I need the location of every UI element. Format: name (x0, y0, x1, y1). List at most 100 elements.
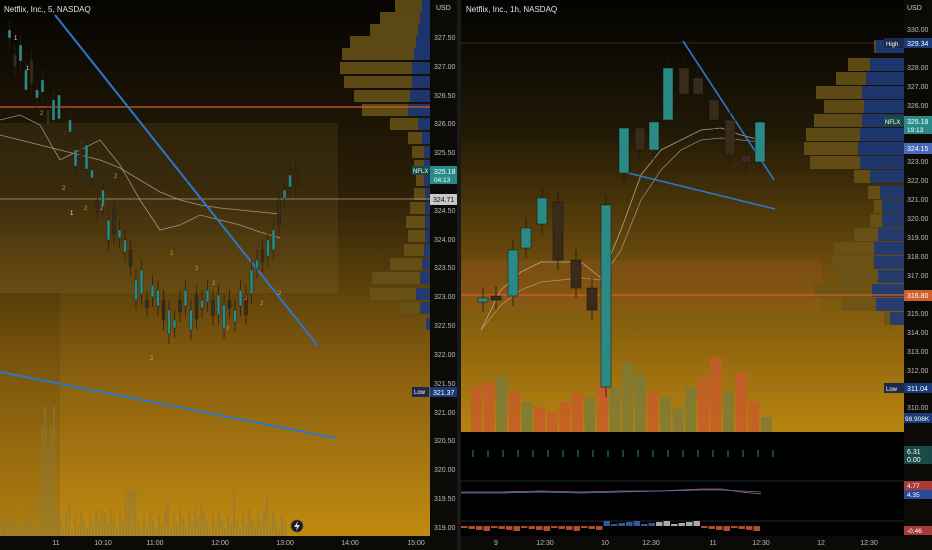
left-volume-bar (29, 519, 32, 536)
left-volume-bar (92, 524, 95, 536)
left-price-tick: 326.00 (434, 121, 456, 128)
left-vp-row-part (420, 12, 430, 24)
indicator-3-bar (753, 526, 760, 531)
left-candle (68, 119, 72, 133)
right-candle (520, 227, 532, 249)
left-vp-row-part (422, 0, 430, 12)
left-candle (183, 289, 188, 307)
right-chart-pane[interactable]: 20.0010.00 330.00328.00327.00326.00323.0… (461, 0, 932, 550)
left-candle (112, 209, 116, 235)
left-vp-row (390, 118, 418, 130)
indicator-3-bar (536, 526, 543, 530)
left-candle (282, 189, 287, 199)
left-time-tick: 10:10 (94, 540, 112, 547)
right-vp-row-part (882, 214, 904, 227)
left-vp-row (412, 146, 424, 158)
right-vp-row (874, 200, 882, 213)
indicator-pane-2[interactable] (461, 482, 904, 520)
left-volume-bar (137, 521, 140, 536)
left-volume-bar (101, 508, 104, 536)
svg-text:0.00: 0.00 (907, 457, 921, 464)
left-vp-row-part (424, 244, 430, 256)
left-vp-row-part (425, 188, 430, 200)
svg-text:311.04: 311.04 (907, 386, 928, 393)
indicator-3-bar (573, 526, 580, 531)
left-volume-bar (209, 530, 212, 536)
right-volume-bar (483, 382, 495, 432)
left-time-tick: 11:00 (147, 540, 164, 547)
right-candle (678, 67, 690, 95)
indicator-3-bar (701, 526, 708, 528)
left-chart-canvas[interactable]: 112212 2222222222 327.50327.00326.50326.0… (0, 0, 457, 550)
left-vp-row (372, 272, 420, 284)
right-candle (552, 201, 564, 261)
svg-text:4.77: 4.77 (907, 483, 920, 490)
left-volume-bar (170, 528, 173, 536)
right-symbol-title[interactable]: Netflix, Inc., 1h, NASDAQ (466, 5, 557, 14)
left-volume-bar (275, 521, 278, 536)
left-candle (51, 99, 56, 121)
left-candle (145, 299, 149, 309)
left-price-tick: 319.50 (434, 496, 456, 503)
left-price-tag-countdown: 04:13 (434, 177, 451, 184)
left-vp-row-part (416, 36, 430, 48)
left-volume-bar (251, 518, 254, 536)
left-vp-row-part (412, 62, 430, 74)
left-candle (216, 294, 221, 316)
left-volume-bar (119, 513, 122, 536)
left-volume-bar (248, 509, 251, 536)
right-candle (692, 77, 704, 95)
right-time-tick: 9 (494, 540, 498, 547)
left-volume-bar (164, 510, 167, 536)
right-vp-row-part (866, 72, 904, 85)
right-vp-row (854, 170, 870, 183)
left-volume-bar (167, 499, 170, 536)
right-candle (536, 197, 548, 225)
right-vp-row-part (862, 86, 904, 99)
left-candle (293, 169, 298, 187)
left-volume-bar (185, 527, 188, 536)
right-candle (634, 127, 646, 151)
indicator-3-bar (716, 526, 723, 530)
right-vp-row (806, 128, 860, 141)
right-chart-background (461, 0, 904, 432)
left-volume-bar (188, 513, 191, 536)
left-vp-row-part (416, 288, 430, 300)
left-vp-row-part (425, 230, 430, 242)
svg-text:-0.46: -0.46 (907, 528, 922, 535)
left-price-tick: 327.50 (434, 35, 456, 42)
lightning-icon[interactable] (290, 519, 304, 533)
left-time-tick: 11 (52, 540, 59, 547)
left-candle (40, 79, 45, 93)
left-volume-bar (107, 523, 110, 536)
right-volume-bar (660, 397, 671, 432)
left-price-tick: 322.50 (434, 323, 456, 330)
left-vp-row (408, 230, 425, 242)
right-chart-canvas[interactable]: 20.0010.00 330.00328.00327.00326.00323.0… (461, 0, 932, 550)
left-vp-row (370, 24, 418, 36)
svg-text:Low: Low (886, 387, 898, 393)
right-volume-bar (496, 377, 508, 432)
left-volume-bar (53, 406, 56, 536)
right-vp-row-part (874, 256, 904, 269)
left-candle (7, 29, 12, 39)
left-vp-row-part (420, 272, 430, 284)
right-vp-row (804, 142, 858, 155)
indicator-3-bar (648, 523, 655, 526)
indicator-3-bar (551, 526, 558, 528)
left-volume-bar (212, 516, 215, 536)
left-candle (233, 309, 237, 323)
left-volume-bar (2, 510, 5, 536)
left-chart-pane[interactable]: 1122122222222222 327.50 327.00 326.50 326.0… (0, 0, 457, 550)
indicator-2-value-tag: 4.77 4.35 (904, 481, 932, 499)
svg-text:4.35: 4.35 (907, 492, 920, 499)
right-candle (648, 121, 660, 151)
left-candle (29, 59, 34, 85)
left-volume-bar (131, 491, 134, 536)
left-symbol-title[interactable]: Netflix, Inc., 5, NASDAQ (4, 5, 91, 14)
left-vp-row (354, 90, 410, 102)
left-volume-bar (20, 515, 23, 536)
left-vp-row (390, 258, 422, 270)
left-vp-row-part (418, 24, 430, 36)
right-price-tick: 322.00 (907, 178, 929, 185)
